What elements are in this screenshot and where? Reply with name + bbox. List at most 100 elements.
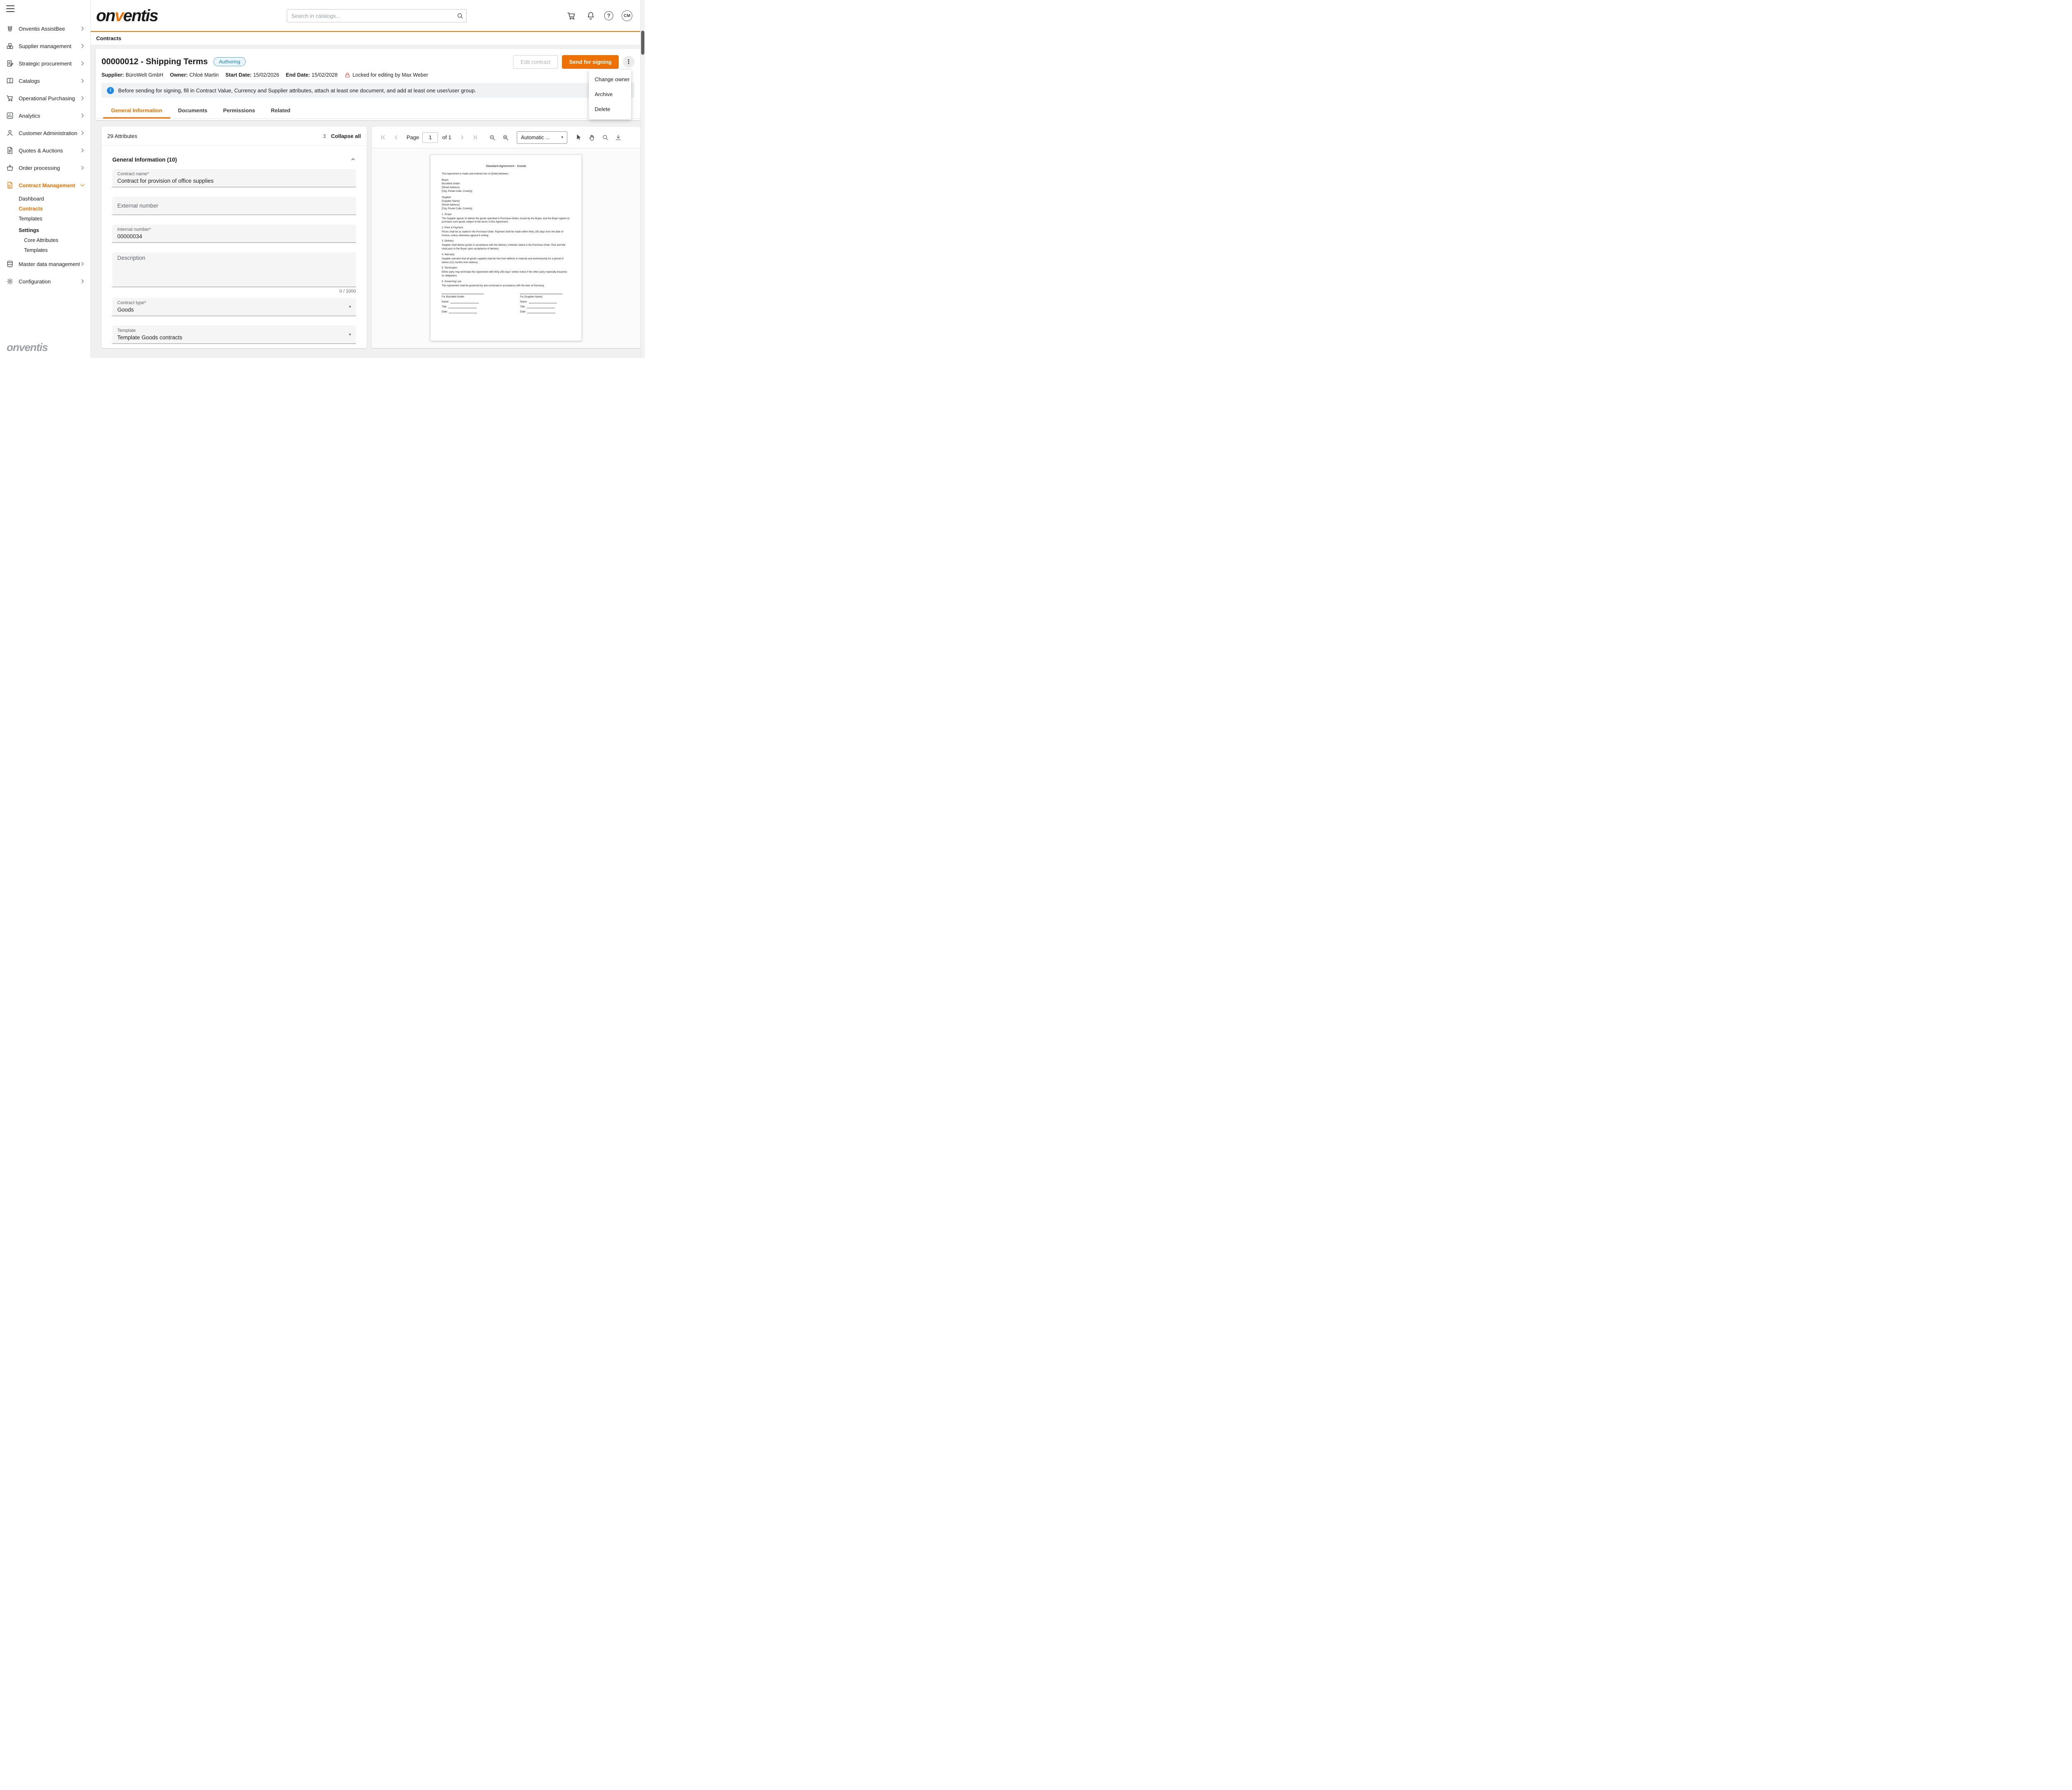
- tab-documents[interactable]: Documents: [170, 103, 215, 119]
- document-search-button[interactable]: [600, 132, 610, 143]
- section-title: General Information (10): [112, 157, 177, 163]
- sidebar-item-settings[interactable]: Settings: [0, 225, 90, 235]
- sidebar-item-label: Order processing: [19, 165, 80, 171]
- zoom-mode-select[interactable]: Automatic ... ▾: [517, 131, 567, 144]
- help-icon[interactable]: ?: [604, 11, 613, 20]
- sidebar-item-catalogs[interactable]: Catalogs: [0, 72, 90, 90]
- tab-related[interactable]: Related: [263, 103, 298, 119]
- contract-type-field[interactable]: Contract type* Goods ▾: [112, 298, 356, 316]
- sidebar-item-label: Supplier management: [19, 43, 80, 49]
- sidebar-item-onventis-assistbee[interactable]: Onventis AssistBee: [0, 20, 90, 37]
- sidebar-item-analytics[interactable]: Analytics: [0, 107, 90, 124]
- attributes-panel: 29 Attributes Collapse all General Infor…: [102, 127, 367, 348]
- sidebar-item-strategic-procurement[interactable]: Strategic procurement: [0, 55, 90, 72]
- page-scrollbar[interactable]: [640, 0, 645, 358]
- sidebar-footer-logo: onventis: [7, 341, 48, 354]
- previous-page-button[interactable]: [391, 132, 402, 143]
- top-header: onventis ? CM: [91, 0, 645, 32]
- signature-field: Date:: [520, 311, 570, 313]
- contract-type-label: Contract type*: [117, 300, 351, 305]
- info-banner-text: Before sending for signing, fill in Cont…: [118, 87, 476, 94]
- header-icons: ? CM: [566, 10, 632, 21]
- breadcrumb[interactable]: Contracts: [96, 35, 121, 41]
- contract-icon: [6, 181, 14, 189]
- pdf-viewport[interactable]: Standard Agreement - Goods This Agreemen…: [372, 148, 640, 348]
- template-field[interactable]: Template Template Goods contracts ▾: [112, 326, 356, 344]
- first-page-button[interactable]: [378, 132, 388, 143]
- page-number-input[interactable]: [422, 132, 438, 143]
- supplier-heading: Supplier:: [442, 196, 570, 200]
- search-input[interactable]: [287, 13, 454, 19]
- start-date-value: 15/02/2026: [253, 72, 279, 78]
- tab-permissions[interactable]: Permissions: [215, 103, 263, 119]
- info-icon: i: [107, 87, 114, 94]
- basket-icon: [6, 164, 14, 172]
- last-page-button[interactable]: [470, 132, 480, 143]
- sidebar-item-supplier-management[interactable]: Supplier management: [0, 37, 90, 55]
- contract-name-field[interactable]: Contract name* Contract for provision of…: [112, 169, 356, 187]
- section-heading: 1. Scope: [442, 213, 570, 216]
- signature-buyer-column: For BüroWelt GmbH Name: Title: Date:: [442, 294, 492, 316]
- menu-item-change-owner[interactable]: Change owner: [589, 72, 631, 87]
- external-number-label: External number: [117, 203, 158, 209]
- download-button[interactable]: [613, 132, 624, 143]
- contract-actions: Edit contract Send for signing ⋮: [513, 55, 634, 69]
- internal-number-field[interactable]: Internal number* 00000034: [112, 225, 356, 243]
- sidebar-item-dashboard[interactable]: Dashboard: [0, 194, 90, 204]
- sidebar-item-settings-templates[interactable]: Templates: [0, 245, 90, 255]
- signature-field: Date:: [442, 311, 492, 313]
- sidebar-item-core-attributes[interactable]: Core Attributes: [0, 235, 90, 245]
- chevron-right-icon: [80, 130, 85, 136]
- collapse-all-button[interactable]: Collapse all: [322, 133, 361, 139]
- select-tool-button[interactable]: [573, 132, 584, 143]
- supplier-line: [Supplier Name]: [442, 200, 570, 203]
- collapse-icon: [322, 133, 328, 139]
- sidebar-item-customer-administration[interactable]: Customer Administration: [0, 124, 90, 142]
- buyer-line: [City, Postal Code, Country]: [442, 190, 570, 194]
- send-for-signing-button[interactable]: Send for signing: [562, 55, 619, 69]
- dropdown-caret-icon: ▾: [349, 332, 351, 337]
- avatar[interactable]: CM: [622, 10, 632, 21]
- supplier-line: [City, Postal Code, Country]: [442, 207, 570, 211]
- sidebar-item-configuration[interactable]: Configuration: [0, 273, 90, 290]
- external-number-field[interactable]: External number: [112, 197, 356, 215]
- signature-buyer-heading: For BüroWelt GmbH: [442, 296, 492, 298]
- contract-management-submenu: Dashboard Contracts Templates Settings C…: [0, 194, 90, 255]
- menu-item-delete[interactable]: Delete: [589, 102, 631, 117]
- chevron-down-icon: [80, 182, 85, 188]
- supplier-label: Supplier:: [102, 72, 124, 78]
- supplier-value: BüroWelt GmbH: [126, 72, 163, 78]
- next-page-button[interactable]: [456, 132, 467, 143]
- sidebar-item-master-data-management[interactable]: Master data management: [0, 255, 90, 273]
- more-actions-button[interactable]: ⋮: [623, 56, 634, 68]
- tab-general-information[interactable]: General Information: [103, 103, 170, 119]
- signature-field-label: Date:: [520, 311, 526, 313]
- scrollbar-thumb[interactable]: [641, 31, 644, 55]
- sidebar-item-order-processing[interactable]: Order processing: [0, 159, 90, 177]
- person-icon: [6, 129, 14, 137]
- zoom-out-button[interactable]: [487, 132, 498, 143]
- signature-fill-line: [527, 306, 555, 308]
- sidebar-item-quotes-auctions[interactable]: Quotes & Auctions: [0, 142, 90, 159]
- menu-item-archive[interactable]: Archive: [589, 87, 631, 102]
- section-body: Supplier shall deliver goods in accordan…: [442, 244, 570, 251]
- general-information-section-header[interactable]: General Information (10): [112, 153, 356, 166]
- signature-fill-line: [449, 311, 477, 313]
- bell-icon[interactable]: [585, 10, 596, 21]
- search-icon[interactable]: [454, 12, 466, 19]
- app-root: Onventis AssistBee Supplier management S…: [0, 0, 645, 358]
- collapse-all-label: Collapse all: [331, 133, 361, 139]
- zoom-in-button[interactable]: [500, 132, 511, 143]
- sidebar-item-contract-management[interactable]: Contract Management: [0, 177, 90, 194]
- sidebar-item-label: Operational Purchasing: [19, 95, 80, 102]
- sidebar-item-contracts[interactable]: Contracts: [0, 204, 90, 214]
- sidebar-item-templates[interactable]: Templates: [0, 214, 90, 224]
- description-field[interactable]: Description: [112, 252, 356, 287]
- hand-tool-button[interactable]: [586, 132, 597, 143]
- hamburger-menu-icon[interactable]: [6, 5, 15, 12]
- edit-contract-button[interactable]: Edit contract: [513, 55, 558, 69]
- cart-icon[interactable]: [566, 10, 577, 21]
- section-body: The Supplier agrees to deliver the goods…: [442, 217, 570, 224]
- sidebar-item-operational-purchasing[interactable]: Operational Purchasing: [0, 90, 90, 107]
- supplier-line: [Street Address]: [442, 203, 570, 207]
